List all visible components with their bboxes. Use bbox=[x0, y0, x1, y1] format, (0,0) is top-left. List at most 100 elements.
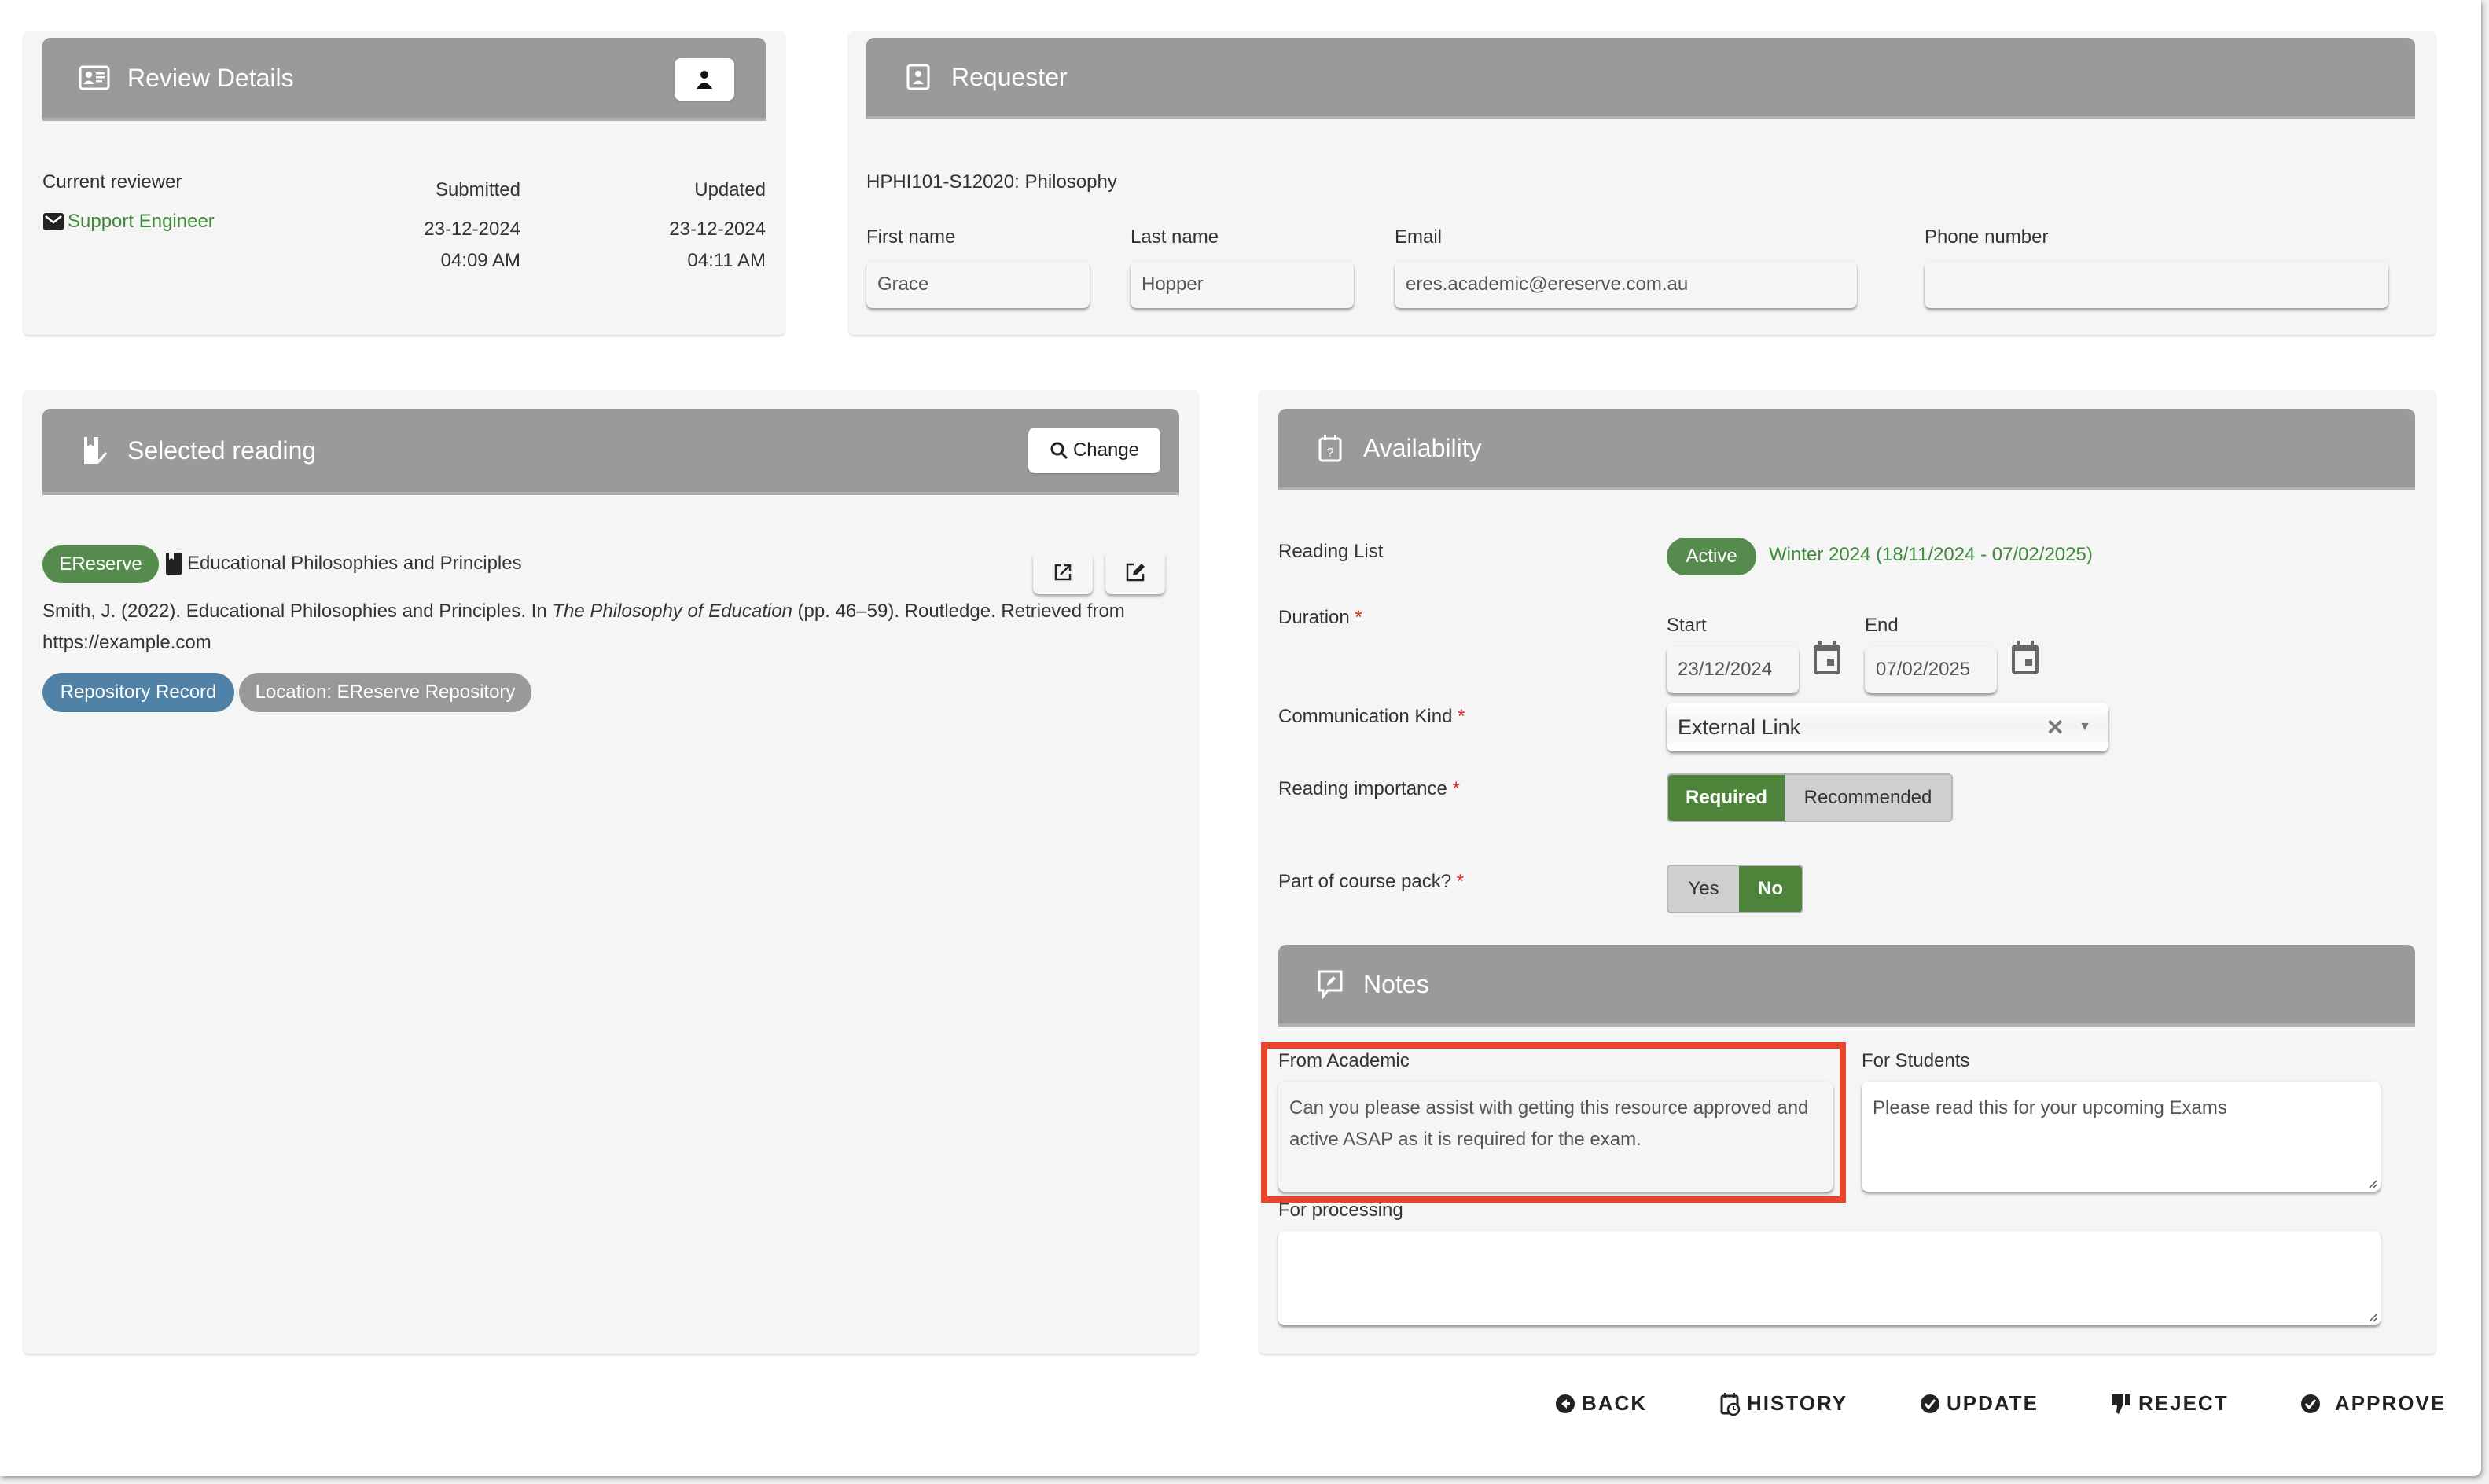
end-calendar-icon[interactable] bbox=[2009, 640, 2041, 676]
first-name-field[interactable]: Grace bbox=[866, 261, 1090, 308]
reading-importance-label: Reading importance * bbox=[1278, 778, 1460, 800]
duration-label-text: Duration bbox=[1278, 607, 1350, 628]
citation-text-end: (pp. 46–59). Routledge. Retrieved from bbox=[792, 601, 1125, 622]
highlight-box bbox=[1261, 1042, 1846, 1203]
end-date-field[interactable]: 07/02/2025 bbox=[1865, 646, 1997, 693]
change-label: Change bbox=[1072, 439, 1140, 461]
svg-text:?: ? bbox=[1327, 446, 1334, 460]
back-label: BACK bbox=[1582, 1391, 1648, 1415]
availability-panel: ? Availability Reading List Active Winte… bbox=[1259, 390, 2436, 1354]
reading-title-row: Educational Philosophies and Principles bbox=[165, 552, 522, 575]
approve-label: APPROVE bbox=[2335, 1391, 2447, 1415]
selected-reading-title: Selected reading bbox=[127, 435, 317, 465]
email-field[interactable]: eres.academic@ereserve.com.au bbox=[1395, 261, 1857, 308]
submitted-label: Submitted bbox=[435, 179, 520, 200]
update-button[interactable]: UPDATE bbox=[1920, 1391, 2039, 1416]
reject-label: REJECT bbox=[2138, 1391, 2229, 1415]
history-button[interactable]: HISTORY bbox=[1720, 1391, 1847, 1416]
course-pack-label-text: Part of course pack? bbox=[1278, 871, 1452, 892]
history-label: HISTORY bbox=[1747, 1391, 1848, 1415]
start-label: Start bbox=[1667, 615, 1707, 636]
resize-grip-icon[interactable] bbox=[2366, 1177, 2377, 1188]
reading-importance-label-text: Reading importance bbox=[1278, 778, 1447, 799]
selected-reading-panel: Selected reading Change EReserve Educati… bbox=[24, 390, 1198, 1354]
change-button[interactable]: Change bbox=[1028, 428, 1160, 473]
notes-header: Notes bbox=[1278, 945, 2415, 1027]
updated-time: 04:11 AM bbox=[687, 250, 766, 271]
communication-kind-label: Communication Kind * bbox=[1278, 706, 1465, 728]
submitted-date: 23-12-2024 bbox=[424, 219, 520, 240]
back-button[interactable]: BACK bbox=[1555, 1391, 1647, 1416]
requester-panel: Requester HPHI101-S12020: Philosophy Fir… bbox=[849, 31, 2436, 335]
importance-required-option[interactable]: Required bbox=[1668, 775, 1785, 821]
clear-selection-icon[interactable]: ✕ bbox=[2046, 714, 2064, 740]
location-tag: Location: EReserve Repository bbox=[239, 673, 531, 712]
open-link-button[interactable] bbox=[1033, 550, 1093, 594]
review-details-panel: Review Details Current reviewer Support … bbox=[24, 31, 785, 335]
for-processing-label: For processing bbox=[1278, 1199, 1403, 1221]
for-students-label: For Students bbox=[1862, 1050, 1970, 1071]
resize-grip-icon[interactable] bbox=[2366, 1311, 2377, 1322]
envelope-icon bbox=[43, 213, 64, 230]
importance-recommended-option[interactable]: Recommended bbox=[1785, 775, 1951, 821]
selected-reading-header: Selected reading Change bbox=[42, 409, 1179, 495]
reading-list-value[interactable]: Winter 2024 (18/11/2024 - 07/02/2025) bbox=[1769, 544, 2093, 566]
first-name-label: First name bbox=[866, 226, 956, 248]
check-circle-icon bbox=[2301, 1394, 2320, 1413]
updated-label: Updated bbox=[694, 179, 766, 200]
phone-field[interactable] bbox=[1925, 261, 2388, 308]
id-card-icon bbox=[79, 62, 110, 94]
start-calendar-icon[interactable] bbox=[1811, 640, 1843, 676]
update-label: UPDATE bbox=[1947, 1391, 2039, 1415]
contact-icon bbox=[903, 61, 934, 93]
citation-text: Smith, J. (2022). Educational Philosophi… bbox=[42, 601, 553, 622]
assign-reviewer-button[interactable] bbox=[675, 58, 734, 101]
updated-date: 23-12-2024 bbox=[669, 219, 766, 240]
for-students-value: Please read this for your upcoming Exams bbox=[1873, 1097, 2227, 1119]
arrow-left-circle-icon bbox=[1556, 1394, 1575, 1413]
submitted-time: 04:09 AM bbox=[440, 250, 520, 271]
edit-icon bbox=[1126, 563, 1145, 582]
course-pack-yes-option[interactable]: Yes bbox=[1668, 866, 1739, 912]
repository-record-tag[interactable]: Repository Record bbox=[42, 673, 234, 712]
dropdown-arrow-icon[interactable]: ▼ bbox=[2079, 720, 2091, 734]
search-icon bbox=[1050, 442, 1068, 460]
review-details-title: Review Details bbox=[127, 63, 294, 92]
book-check-icon bbox=[79, 435, 110, 466]
comment-edit-icon bbox=[1314, 968, 1346, 1000]
page: Review Details Current reviewer Support … bbox=[0, 0, 2481, 1476]
start-date-field[interactable]: 23/12/2024 bbox=[1667, 646, 1799, 693]
approve-button[interactable]: APPROVE bbox=[2300, 1391, 2446, 1416]
current-reviewer-name[interactable]: Support Engineer bbox=[68, 211, 215, 233]
reading-importance-toggle: Required Recommended bbox=[1667, 773, 1953, 822]
course-pack-no-option[interactable]: No bbox=[1739, 866, 1802, 912]
current-reviewer[interactable]: Support Engineer bbox=[42, 211, 215, 233]
duration-label: Duration * bbox=[1278, 607, 1362, 629]
required-asterisk: * bbox=[1458, 706, 1465, 727]
email-label: Email bbox=[1395, 226, 1443, 248]
last-name-label: Last name bbox=[1131, 226, 1219, 248]
source-badge: EReserve bbox=[42, 545, 159, 583]
for-students-textarea[interactable]: Please read this for your upcoming Exams bbox=[1862, 1082, 2381, 1192]
communication-kind-select[interactable]: External Link ✕ ▼ bbox=[1667, 703, 2108, 751]
edit-reading-button[interactable] bbox=[1105, 550, 1165, 594]
end-label: End bbox=[1865, 615, 1899, 636]
course-name: HPHI101-S12020: Philosophy bbox=[866, 171, 1117, 193]
phone-label: Phone number bbox=[1925, 226, 2049, 248]
calendar-question-icon: ? bbox=[1314, 432, 1346, 464]
reading-title: Educational Philosophies and Principles bbox=[187, 553, 522, 574]
availability-header: ? Availability bbox=[1278, 409, 2415, 490]
current-reviewer-label: Current reviewer bbox=[42, 171, 182, 193]
thumbs-down-icon bbox=[2112, 1394, 2130, 1414]
reject-button[interactable]: REJECT bbox=[2110, 1391, 2229, 1416]
reading-list-label: Reading List bbox=[1278, 541, 1384, 562]
for-processing-textarea[interactable] bbox=[1278, 1231, 2381, 1325]
citation-url[interactable]: https://example.com bbox=[42, 632, 211, 653]
open-external-icon bbox=[1054, 564, 1072, 581]
check-circle-icon bbox=[1921, 1394, 1939, 1413]
required-asterisk: * bbox=[1456, 871, 1465, 892]
communication-kind-value: External Link bbox=[1678, 714, 1801, 739]
last-name-field[interactable]: Hopper bbox=[1131, 261, 1354, 308]
requester-title: Requester bbox=[951, 62, 1068, 91]
notes-title: Notes bbox=[1363, 969, 1429, 998]
